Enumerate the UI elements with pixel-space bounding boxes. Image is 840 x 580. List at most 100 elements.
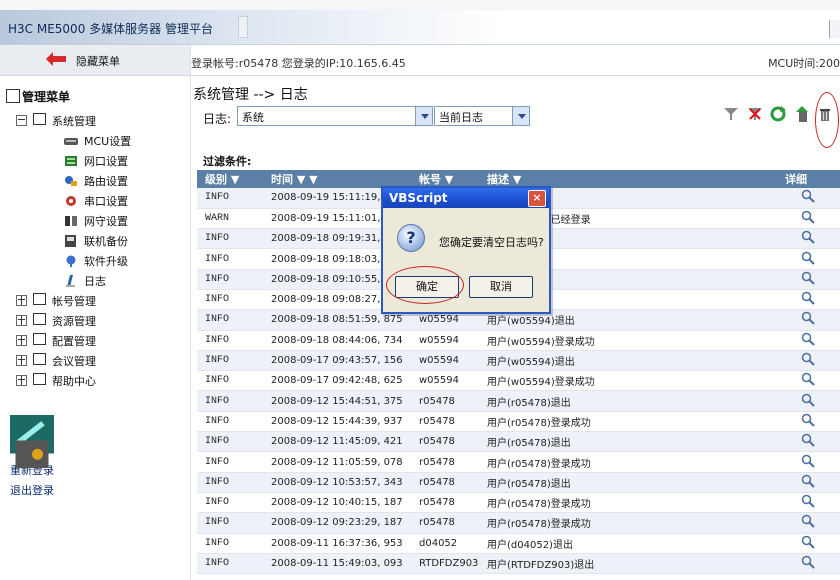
menu-group-label[interactable]: 资源管理 [52, 315, 96, 328]
magnifier-icon[interactable] [801, 535, 815, 549]
table-row[interactable]: INFO 2008-09-11 15:49:03, 093 RTDFDZ903 用户(… [197, 553, 840, 575]
menu-item-label[interactable]: 软件升级 [84, 255, 128, 268]
expand-icon[interactable] [16, 355, 27, 366]
menu-group-account[interactable]: 帐号管理 [16, 292, 131, 312]
menu-item-label[interactable]: 串口设置 [84, 195, 128, 208]
logout-label[interactable]: 退出登录 [10, 484, 54, 497]
magnifier-icon[interactable] [801, 474, 815, 488]
cell-detail[interactable] [777, 451, 840, 473]
col-level[interactable]: 级别 ▼ [197, 170, 263, 188]
magnifier-icon[interactable] [801, 352, 815, 366]
cell-detail[interactable] [777, 512, 840, 534]
magnifier-icon[interactable] [801, 393, 815, 407]
magnifier-icon[interactable] [801, 189, 815, 204]
table-row[interactable]: INFO 2008-09-18 08:44:06, 734 w05594 用户(w05… [197, 330, 840, 351]
cell-detail[interactable] [777, 309, 840, 331]
menu-group-label[interactable]: 配置管理 [52, 335, 96, 348]
cell-detail[interactable] [777, 370, 840, 392]
chevron-down-icon[interactable] [415, 107, 432, 125]
cell-detail[interactable] [777, 188, 840, 209]
magnifier-icon[interactable] [801, 454, 815, 468]
menu-item-label[interactable]: 路由设置 [84, 175, 128, 188]
expand-icon[interactable] [16, 315, 27, 326]
clear-filter-icon[interactable] [747, 106, 763, 122]
menu-group-meeting[interactable]: 会议管理 [16, 352, 131, 372]
log-type-select[interactable]: 系统 [237, 106, 433, 126]
logout-link[interactable]: 退出登录 [10, 435, 54, 497]
cell-detail[interactable] [777, 330, 840, 351]
table-row[interactable]: INFO 2008-09-12 11:05:59, 078 r05478 用户(r05… [197, 451, 840, 473]
refresh-icon[interactable] [770, 106, 786, 122]
magnifier-icon[interactable] [801, 230, 815, 244]
menu-group-config[interactable]: 配置管理 [16, 332, 131, 352]
cell-detail[interactable] [777, 472, 840, 493]
export-icon[interactable] [794, 106, 810, 122]
cell-detail[interactable] [777, 533, 840, 554]
menu-item-gatekeeper-settings[interactable]: 网守设置 [16, 212, 131, 232]
cell-detail[interactable] [777, 289, 840, 311]
menu-group-label[interactable]: 系统管理 [52, 115, 96, 128]
menu-item-upgrade[interactable]: 软件升级 [16, 252, 131, 272]
table-row[interactable]: INFO 2008-09-12 15:44:39, 937 r05478 用户(r05… [197, 411, 840, 433]
table-row[interactable]: INFO 2008-09-12 10:40:15, 187 r05478 用户(r05… [197, 492, 840, 514]
expand-icon[interactable] [16, 335, 27, 346]
cancel-button[interactable]: 取消 [469, 276, 533, 298]
table-row[interactable]: INFO 2008-09-12 09:23:29, 187 r05478 用户(r05… [197, 512, 840, 534]
expand-icon[interactable] [16, 375, 27, 386]
menu-item-route-settings[interactable]: 路由设置 [16, 172, 131, 192]
menu-group-label[interactable]: 帐号管理 [52, 295, 96, 308]
table-row[interactable]: INFO 2008-09-12 10:53:57, 343 r05478 用户(r05… [197, 472, 840, 493]
close-icon[interactable]: × [528, 190, 546, 207]
menu-item-port-settings[interactable]: 网口设置 [16, 152, 131, 172]
expand-icon[interactable] [16, 295, 27, 306]
log-scope-select[interactable]: 当前日志 [434, 106, 530, 126]
menu-group-label[interactable]: 会议管理 [52, 355, 96, 368]
cell-detail[interactable] [777, 411, 840, 433]
menu-item-backup[interactable]: 联机备份 [16, 232, 131, 252]
cell-detail[interactable] [777, 208, 840, 230]
menu-item-label[interactable]: MCU设置 [84, 135, 131, 148]
menu-item-label[interactable]: 联机备份 [84, 235, 128, 248]
menu-group-help[interactable]: 帮助中心 [16, 372, 131, 392]
hide-menu-label[interactable]: 隐藏菜单 [76, 53, 120, 69]
table-row[interactable]: INFO 2008-09-12 15:44:51, 375 r05478 用户(r05… [197, 390, 840, 412]
table-row[interactable]: INFO 2008-09-12 11:45:09, 421 r05478 用户(r05… [197, 431, 840, 453]
magnifier-icon[interactable] [801, 291, 815, 305]
menu-item-mcu-settings[interactable]: MCU设置 [16, 132, 131, 152]
chevron-down-icon[interactable] [512, 107, 529, 125]
magnifier-icon[interactable] [801, 271, 815, 285]
magnifier-icon[interactable] [801, 514, 815, 529]
menu-item-label[interactable]: 日志 [84, 275, 106, 288]
menu-item-serial-settings[interactable]: 串口设置 [16, 192, 131, 212]
menu-item-label[interactable]: 网守设置 [84, 215, 128, 228]
table-row[interactable]: INFO 2008-09-17 09:43:57, 156 w05594 用户(w05… [197, 350, 840, 372]
magnifier-icon[interactable] [801, 372, 815, 387]
cell-detail[interactable] [777, 390, 840, 412]
collapse-icon[interactable] [16, 115, 27, 126]
cell-detail[interactable] [777, 553, 840, 575]
menu-item-label[interactable]: 网口设置 [84, 155, 128, 168]
magnifier-icon[interactable] [801, 332, 815, 346]
magnifier-icon[interactable] [801, 494, 815, 508]
table-row[interactable]: INFO 2008-09-17 09:42:48, 625 w05594 用户(w05… [197, 370, 840, 392]
filter-icon[interactable] [723, 106, 739, 122]
relogin-link[interactable]: 重新登录 [10, 415, 54, 477]
menu-item-log[interactable]: 日志 [16, 272, 131, 292]
magnifier-icon[interactable] [801, 251, 815, 265]
cell-detail[interactable] [777, 350, 840, 372]
hide-menu-bar[interactable]: 隐藏菜单 [0, 45, 190, 76]
menu-group-label[interactable]: 帮助中心 [52, 375, 96, 388]
cell-detail[interactable] [777, 228, 840, 250]
menu-group-system[interactable]: 系统管理 [16, 112, 131, 132]
cell-detail[interactable] [777, 248, 840, 270]
magnifier-icon[interactable] [801, 555, 815, 569]
magnifier-icon[interactable] [801, 413, 815, 427]
cell-detail[interactable] [777, 269, 840, 290]
table-row[interactable]: INFO 2008-09-11 16:37:36, 953 d04052 用户(d04… [197, 533, 840, 554]
menu-group-resource[interactable]: 资源管理 [16, 312, 131, 332]
magnifier-icon[interactable] [801, 210, 815, 224]
magnifier-icon[interactable] [801, 311, 815, 326]
magnifier-icon[interactable] [801, 433, 815, 447]
cell-detail[interactable] [777, 492, 840, 514]
cell-detail[interactable] [777, 431, 840, 453]
